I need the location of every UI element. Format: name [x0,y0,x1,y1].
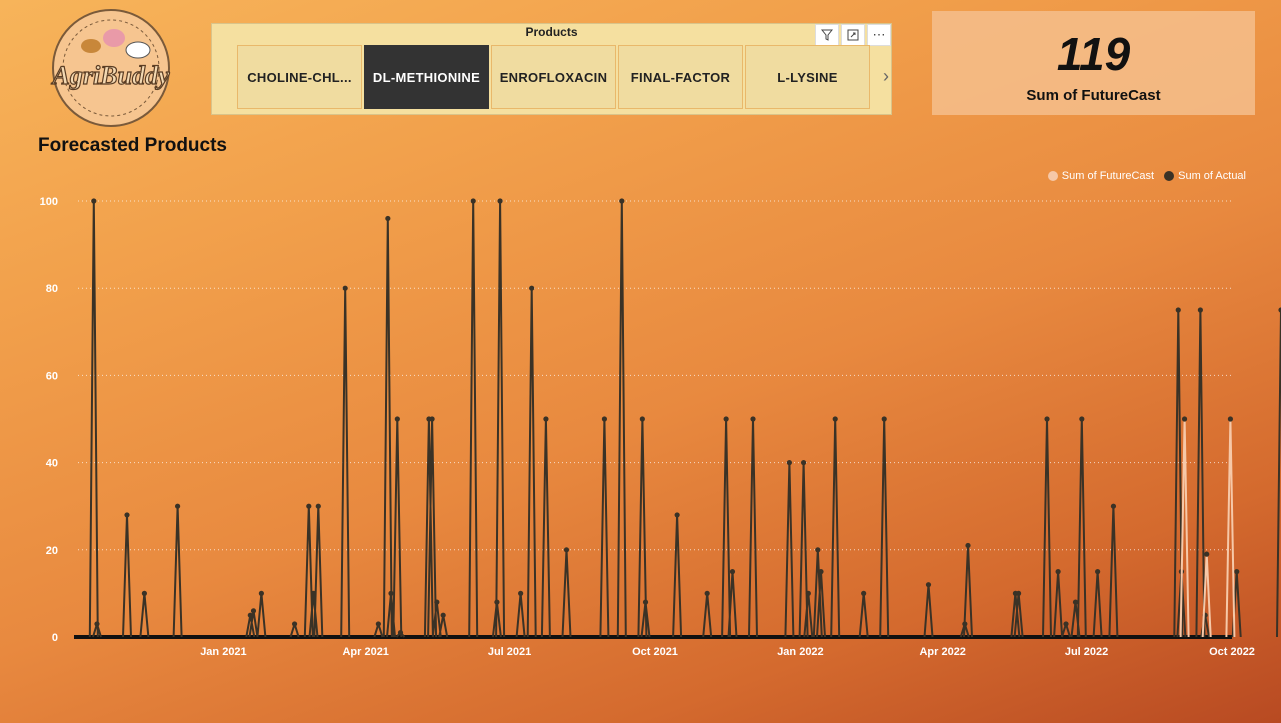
actual-point [639,416,645,422]
x-tick-label: Jul 2022 [1065,646,1108,658]
actual-point [861,590,867,597]
y-tick-label: 80 [46,283,58,295]
actual-point [1197,307,1203,313]
actual-point [642,599,649,605]
actual-point [1015,590,1022,597]
actual-point [91,198,97,204]
actual-point [601,416,608,422]
actual-point [1110,503,1117,509]
actual-point [258,590,264,597]
actual-point [497,198,503,204]
actual-point [141,590,147,597]
actual-point [434,599,440,605]
actual-point [310,590,317,597]
actual-point [750,416,756,422]
actual-point [247,612,253,618]
actual-point [250,608,257,614]
actual-point [375,621,381,627]
y-tick-label: 0 [52,632,58,644]
futurecast-point [1181,416,1188,422]
actual-point [306,503,312,509]
actual-point [962,621,968,627]
actual-point [291,621,298,627]
y-tick-label: 100 [40,196,58,208]
y-tick-label: 20 [46,545,58,557]
actual-point [397,630,404,636]
actual-point [440,612,446,618]
actual-point [805,590,811,597]
actual-point [529,285,535,291]
x-tick-label: Apr 2021 [342,646,388,658]
y-tick-label: 40 [46,458,58,470]
x-tick-label: Oct 2022 [1209,646,1255,658]
actual-point [729,569,736,575]
actual-point [388,590,394,597]
actual-point [1055,569,1061,575]
y-tick-label: 60 [46,370,58,382]
actual-point [563,547,570,553]
futurecast-point [1204,551,1210,557]
actual-point [315,503,321,509]
actual-point [1072,599,1079,605]
actual-point [815,547,821,553]
actual-point [674,512,680,518]
actual-point [494,599,500,605]
actual-point [818,569,824,575]
x-tick-label: Jul 2021 [488,646,531,658]
actual-point [385,215,391,222]
x-tick-label: Jan 2021 [200,646,246,658]
actual-point [518,590,524,597]
actual-point [342,285,348,291]
actual-point [470,198,476,204]
actual-point [394,416,400,422]
futurecast-point [1227,416,1234,422]
actual-point [1175,307,1181,313]
forecast-line-chart: 0 20 40 60 80 100 Jan 2021 Apr 2021 Jul 2021 Oct … [40,196,1281,658]
actual-point [786,460,792,466]
actual-point [94,621,100,627]
actual-point [723,416,729,422]
actual-point [429,416,435,422]
actual-point [832,416,838,422]
futurecast-line [1179,418,1236,638]
x-tick-label: Jan 2022 [777,646,823,658]
actual-point [543,416,549,422]
x-tick-label: Apr 2022 [919,646,965,658]
actual-point [1063,621,1069,627]
actual-point [925,582,932,588]
actual-point [1095,569,1101,575]
actual-point [1044,416,1050,422]
actual-point [1234,569,1240,575]
actual-point [619,198,625,204]
actual-line [88,200,1281,638]
actual-point [881,416,887,422]
actual-point [124,512,130,518]
x-tick-label: Oct 2021 [632,646,678,658]
actual-point [800,460,807,466]
actual-point [174,503,181,509]
actual-point [704,590,710,597]
actual-point [1079,416,1085,422]
actual-point [965,542,971,549]
